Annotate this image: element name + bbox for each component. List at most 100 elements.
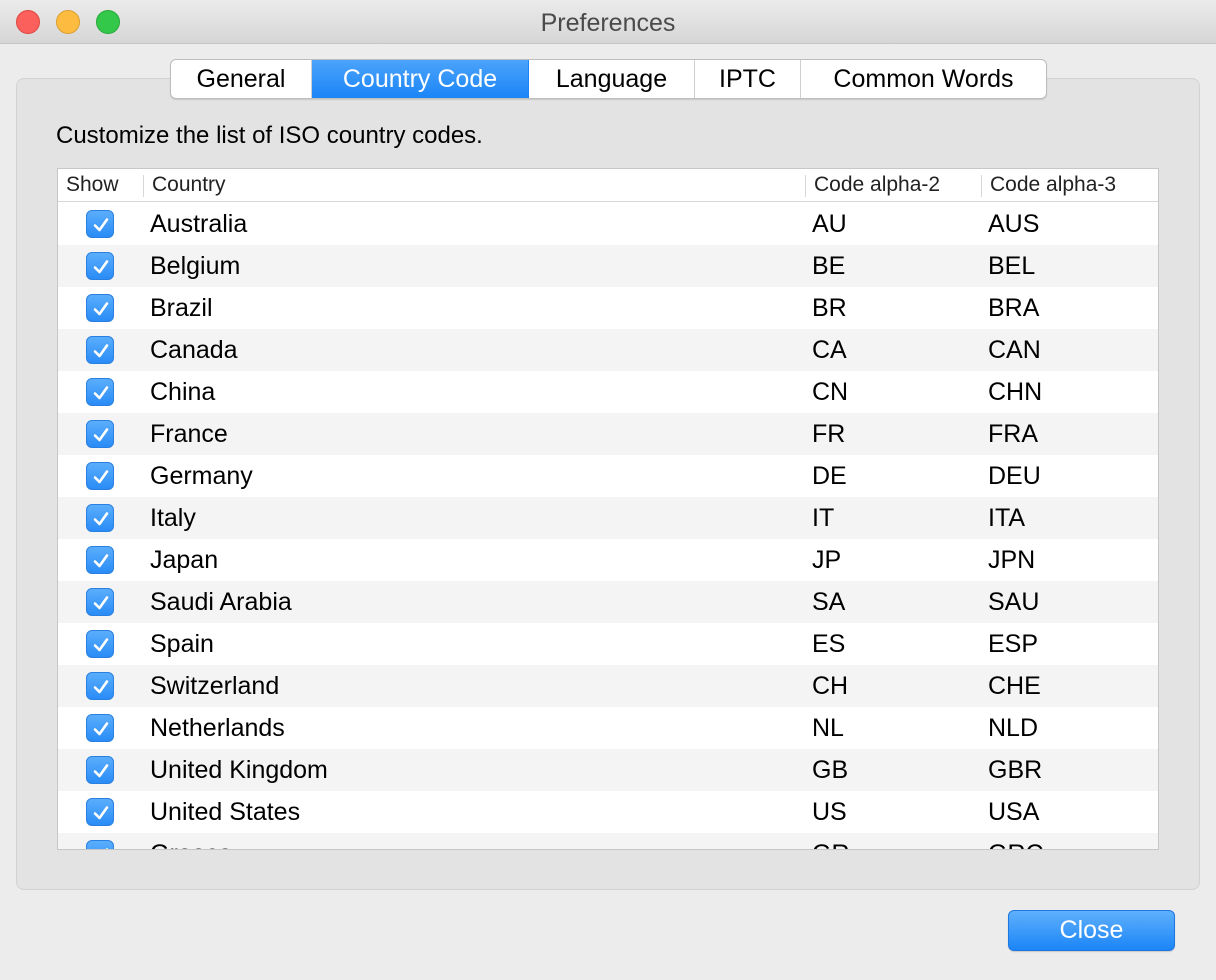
country-name: United Kingdom	[150, 756, 328, 784]
code-alpha-2: JP	[812, 546, 842, 574]
table-row[interactable]: Saudi Arabia SA SAU	[58, 581, 1158, 623]
code-alpha-3: USA	[988, 798, 1040, 826]
preferences-window: Preferences General Country Code Languag…	[0, 0, 1216, 980]
code-alpha-2: FR	[812, 420, 846, 448]
checkmark-icon	[93, 596, 109, 610]
country-name: China	[150, 378, 216, 406]
checkmark-icon	[93, 512, 109, 526]
country-name: Australia	[150, 210, 248, 238]
checkmark-icon	[93, 722, 109, 736]
code-alpha-2: GB	[812, 756, 849, 784]
code-alpha-2: AU	[812, 210, 847, 238]
code-alpha-3: ESP	[988, 630, 1039, 658]
show-checkbox[interactable]	[86, 672, 114, 700]
tab-country-code[interactable]: Country Code	[312, 60, 529, 98]
column-divider[interactable]	[805, 175, 806, 197]
code-alpha-3: SAU	[988, 588, 1040, 616]
code-alpha-2: IT	[812, 504, 835, 532]
code-alpha-3: GRC	[988, 833, 1044, 849]
show-checkbox[interactable]	[86, 546, 114, 574]
show-checkbox[interactable]	[86, 210, 114, 238]
table-row[interactable]: Germany DE DEU	[58, 455, 1158, 497]
show-checkbox[interactable]	[86, 756, 114, 784]
code-alpha-2: ES	[812, 630, 846, 658]
table-row[interactable]: Brazil BR BRA	[58, 287, 1158, 329]
tab-common-words[interactable]: Common Words	[801, 60, 1046, 98]
code-alpha-3: CAN	[988, 336, 1041, 364]
checkmark-icon	[93, 302, 109, 316]
table-row[interactable]: United States US USA	[58, 791, 1158, 833]
table-row[interactable]: Japan JP JPN	[58, 539, 1158, 581]
code-alpha-2: US	[812, 798, 847, 826]
show-checkbox[interactable]	[86, 252, 114, 280]
country-name: Netherlands	[150, 714, 285, 742]
tab-bar: General Country Code Language IPTC Commo…	[170, 59, 1047, 99]
country-name: Germany	[150, 462, 253, 490]
code-alpha-2: BR	[812, 294, 847, 322]
table-row[interactable]: Canada CA CAN	[58, 329, 1158, 371]
close-button[interactable]: Close	[1008, 910, 1175, 951]
table-row[interactable]: Switzerland CH CHE	[58, 665, 1158, 707]
show-checkbox[interactable]	[86, 714, 114, 742]
column-divider[interactable]	[143, 175, 144, 197]
show-checkbox[interactable]	[86, 630, 114, 658]
table-row[interactable]: United Kingdom GB GBR	[58, 749, 1158, 791]
column-header-alpha2[interactable]: Code alpha-2	[814, 169, 940, 201]
show-checkbox[interactable]	[86, 294, 114, 322]
checkmark-icon	[93, 344, 109, 358]
table-row[interactable]: Greece GR GRC	[58, 833, 1158, 849]
table-row[interactable]: Italy IT ITA	[58, 497, 1158, 539]
table-row[interactable]: Spain ES ESP	[58, 623, 1158, 665]
column-divider[interactable]	[981, 175, 982, 197]
code-alpha-3: AUS	[988, 210, 1040, 238]
country-name: France	[150, 420, 228, 448]
code-alpha-2: SA	[812, 588, 846, 616]
show-checkbox[interactable]	[86, 588, 114, 616]
checkmark-icon	[93, 764, 109, 778]
show-checkbox[interactable]	[86, 462, 114, 490]
country-name: Brazil	[150, 294, 213, 322]
checkmark-icon	[93, 428, 109, 442]
code-alpha-2: BE	[812, 252, 846, 280]
tab-iptc[interactable]: IPTC	[695, 60, 801, 98]
table-row[interactable]: China CN CHN	[58, 371, 1158, 413]
code-alpha-3: ITA	[988, 504, 1026, 532]
code-alpha-2: CH	[812, 672, 849, 700]
country-name: Greece	[150, 833, 232, 849]
table-row[interactable]: France FR FRA	[58, 413, 1158, 455]
checkmark-icon	[93, 260, 109, 274]
column-header-show[interactable]: Show	[66, 169, 119, 201]
column-header-country[interactable]: Country	[152, 169, 226, 201]
panel-description: Customize the list of ISO country codes.	[56, 122, 483, 149]
show-checkbox[interactable]	[86, 420, 114, 448]
country-name: Switzerland	[150, 672, 280, 700]
show-checkbox[interactable]	[86, 798, 114, 826]
code-alpha-3: GBR	[988, 756, 1043, 784]
tab-general[interactable]: General	[171, 60, 312, 98]
checkmark-icon	[93, 470, 109, 484]
code-alpha-3: CHE	[988, 672, 1041, 700]
title-bar[interactable]: Preferences	[0, 0, 1216, 44]
checkmark-icon	[105, 848, 109, 849]
country-code-table[interactable]: Show Country Code alpha-2 Code alpha-3 A…	[57, 168, 1159, 850]
show-checkbox[interactable]	[86, 336, 114, 364]
table-row[interactable]: Australia AU AUS	[58, 203, 1158, 245]
tab-language[interactable]: Language	[529, 60, 695, 98]
code-alpha-3: BEL	[988, 252, 1036, 280]
show-checkbox[interactable]	[86, 504, 114, 532]
country-name: Italy	[150, 504, 196, 532]
code-alpha-2: GR	[812, 833, 850, 849]
country-name: Spain	[150, 630, 214, 658]
checkmark-icon	[93, 680, 109, 694]
code-alpha-2: DE	[812, 462, 847, 490]
table-row[interactable]: Netherlands NL NLD	[58, 707, 1158, 749]
show-checkbox[interactable]	[86, 840, 114, 849]
country-name: United States	[150, 798, 301, 826]
show-checkbox[interactable]	[86, 378, 114, 406]
table-row[interactable]: Belgium BE BEL	[58, 245, 1158, 287]
country-name: Saudi Arabia	[150, 588, 292, 616]
table-body: Australia AU AUS Belgium BE BEL Brazil BR BRA Can…	[58, 203, 1158, 849]
checkmark-icon	[93, 386, 109, 400]
code-alpha-3: DEU	[988, 462, 1041, 490]
column-header-alpha3[interactable]: Code alpha-3	[990, 169, 1116, 201]
